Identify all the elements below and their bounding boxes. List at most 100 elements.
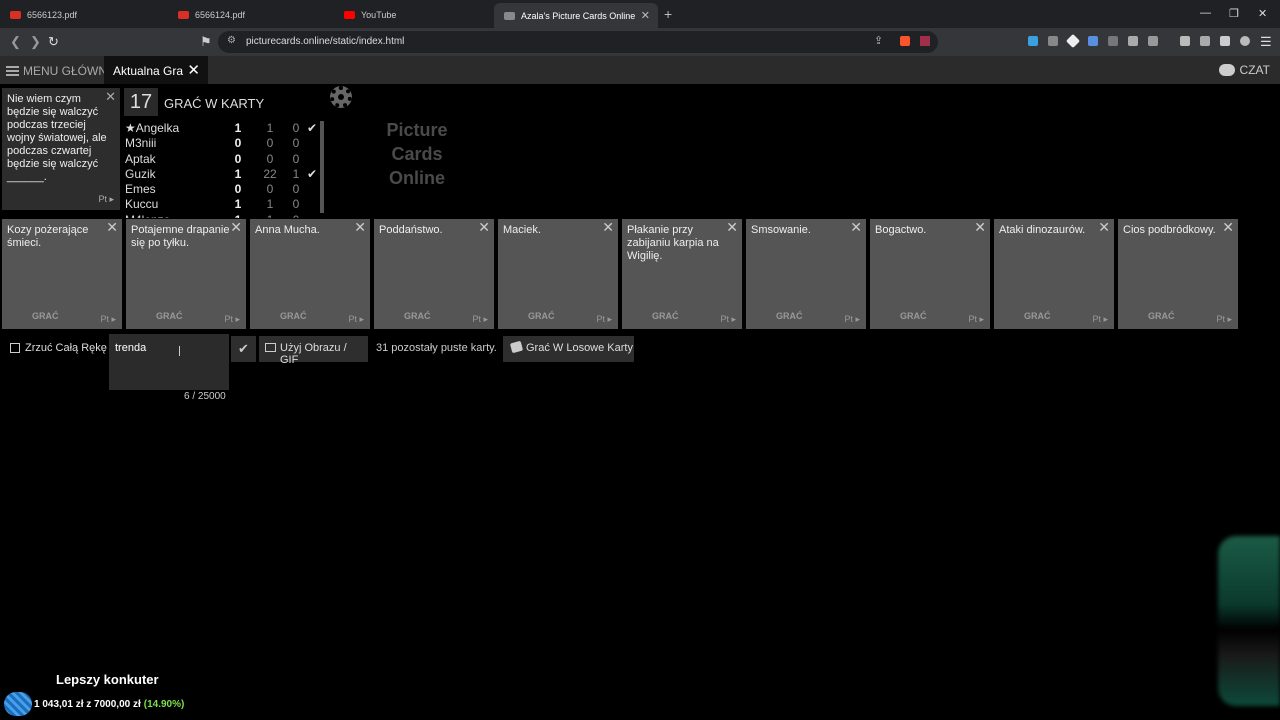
donation-goal-title: Lepszy konkuter (56, 672, 159, 687)
card-pt: Pt ▸ (224, 314, 240, 324)
blank-card-input[interactable]: trenda (109, 334, 229, 390)
close-game-icon[interactable]: ✕ (187, 61, 200, 79)
play-card-button[interactable]: GRAĆ (528, 310, 555, 323)
forward-icon[interactable]: ❯ (30, 34, 41, 50)
new-tab-button[interactable]: + (664, 6, 672, 22)
leo-icon[interactable] (1220, 36, 1230, 46)
player-score: 0 (234, 182, 242, 197)
browser-tab-pdf-2[interactable]: 6566124.pdf (168, 4, 334, 26)
share-icon[interactable]: ⇪ (874, 34, 883, 47)
close-tab-icon[interactable]: ✕ (641, 9, 650, 22)
close-icon[interactable]: ✕ (850, 220, 862, 234)
browser-tab-picturecards[interactable]: Azala's Picture Cards Online ✕ (494, 3, 658, 28)
bookmark-icon[interactable]: ⚑ (200, 34, 212, 50)
close-icon[interactable]: ✕ (354, 220, 366, 234)
play-card-button[interactable]: GRAĆ (652, 310, 679, 323)
player-name: M3niii (125, 136, 157, 151)
player-stat-1: 22 (263, 166, 277, 181)
extension-diamond-icon[interactable] (1065, 33, 1081, 49)
rewards-icon[interactable] (920, 36, 930, 46)
close-icon[interactable]: ✕ (1222, 220, 1234, 234)
white-card[interactable]: Ataki dinozaurów. ✕ GRAĆ Pt ▸ (994, 219, 1114, 329)
play-card-button[interactable]: GRAĆ (156, 310, 183, 323)
screenshot-icon[interactable] (1148, 36, 1158, 46)
white-card[interactable]: Kozy pożerające śmieci. ✕ GRAĆ Pt ▸ (2, 219, 122, 329)
play-card-button[interactable]: GRAĆ (1148, 310, 1175, 323)
player-score: 1 (234, 121, 242, 135)
extension-icon[interactable] (1048, 36, 1058, 46)
played-check-icon: ✔ (307, 166, 318, 181)
play-card-button[interactable]: GRAĆ (900, 310, 927, 323)
site-info-icon[interactable]: ⚙ (227, 35, 236, 46)
white-card[interactable]: Potajemne drapanie się po tyłku. ✕ GRAĆ Pt … (126, 219, 246, 329)
character-counter: 6 / 25000 (184, 391, 226, 402)
close-icon[interactable]: ✕ (726, 220, 738, 234)
main-menu-button[interactable]: MENU GŁÓWNE (6, 64, 115, 78)
player-stat-1: 0 (266, 182, 274, 197)
vpn-icon[interactable] (1240, 36, 1250, 46)
sidebar-icon[interactable] (1180, 36, 1190, 46)
minimize-icon[interactable]: — (1200, 7, 1211, 19)
close-window-icon[interactable]: ✕ (1258, 7, 1267, 20)
chat-button[interactable]: CZAT (1218, 63, 1270, 77)
white-card[interactable]: Płakanie przy zabijaniu karpia na Wigili… (622, 219, 742, 329)
white-card[interactable]: Maciek. ✕ GRAĆ Pt ▸ (498, 219, 618, 329)
use-image-button[interactable]: Użyj Obrazu / GIF (259, 336, 368, 366)
white-card[interactable]: Anna Mucha. ✕ GRAĆ Pt ▸ (250, 219, 370, 329)
youtube-icon (344, 11, 355, 19)
close-icon[interactable]: ✕ (1098, 220, 1110, 234)
extensions-puzzle-icon[interactable] (1128, 36, 1138, 46)
extension-wave-icon[interactable] (1088, 36, 1098, 46)
extension-translate-icon[interactable] (1028, 36, 1038, 46)
white-card[interactable]: Bogactwo. ✕ GRAĆ Pt ▸ (870, 219, 990, 329)
checkbox[interactable] (10, 343, 20, 353)
text-cursor-icon (179, 346, 181, 356)
card-pt: Pt ▸ (472, 314, 488, 324)
play-card-button[interactable]: GRAĆ (776, 310, 803, 323)
white-card[interactable]: Poddaństwo. ✕ GRAĆ Pt ▸ (374, 219, 494, 329)
close-icon[interactable]: ✕ (106, 220, 118, 234)
url-field[interactable]: ⚙ picturecards.online/static/index.html … (218, 31, 938, 53)
confirm-button[interactable]: ✔ (231, 336, 256, 362)
play-card-button[interactable]: GRAĆ (280, 310, 307, 323)
extension-shield-icon[interactable] (1108, 36, 1118, 46)
brave-shield-icon[interactable] (900, 36, 910, 46)
browser-tab-pdf-1[interactable]: 6566123.pdf (0, 4, 168, 26)
menu-icon[interactable]: ☰ (1260, 34, 1272, 50)
back-icon[interactable]: ❮ (10, 34, 21, 50)
gear-icon[interactable] (330, 86, 352, 108)
webcam-overlay (1218, 536, 1280, 706)
discard-hand-checkbox[interactable]: Zrzuć Całą Rękę (10, 342, 107, 354)
tab-current-game-label: Aktualna Gra (113, 64, 184, 78)
controls-row: Zrzuć Całą Rękę trenda 6 / 25000 ✔ Użyj … (0, 334, 1280, 404)
white-card[interactable]: Cios podbródkowy. ✕ GRAĆ Pt ▸ (1118, 219, 1238, 329)
player-stat-1: 1 (266, 121, 274, 135)
play-random-cards-button[interactable]: Grać W Losowe Karty (503, 336, 634, 362)
play-card-button[interactable]: GRAĆ (1024, 310, 1051, 323)
player-list-scrollbar[interactable] (320, 121, 324, 213)
url-text: picturecards.online/static/index.html (246, 36, 405, 47)
play-card-button[interactable]: GRAĆ (404, 310, 431, 323)
chat-bubble-icon (1218, 64, 1235, 76)
close-icon[interactable]: ✕ (602, 220, 614, 234)
card-pt: Pt ▸ (1216, 314, 1232, 324)
white-card-text: Anna Mucha. (255, 224, 320, 236)
round-number: 17 (124, 88, 158, 116)
reload-icon[interactable]: ↻ (48, 34, 59, 50)
player-stat-1: 0 (266, 151, 274, 166)
restore-icon[interactable]: ❐ (1229, 7, 1239, 20)
play-card-button[interactable]: GRAĆ (32, 310, 59, 323)
site-icon (504, 11, 515, 20)
white-card-text: Bogactwo. (875, 224, 927, 236)
close-icon[interactable]: ✕ (230, 220, 242, 234)
wallet-icon[interactable] (1200, 36, 1210, 46)
player-stat-2: 0 (292, 182, 300, 197)
close-icon[interactable]: ✕ (974, 220, 986, 234)
tab-current-game[interactable]: Aktualna Gra ✕ (104, 56, 208, 84)
card-pt: Pt ▸ (100, 314, 116, 324)
white-card[interactable]: Smsowanie. ✕ GRAĆ Pt ▸ (746, 219, 866, 329)
browser-tab-youtube[interactable]: YouTube (334, 4, 494, 26)
blank-card-text: trenda (115, 342, 147, 354)
close-icon[interactable]: ✕ (478, 220, 490, 234)
close-icon[interactable]: ✕ (105, 90, 116, 103)
